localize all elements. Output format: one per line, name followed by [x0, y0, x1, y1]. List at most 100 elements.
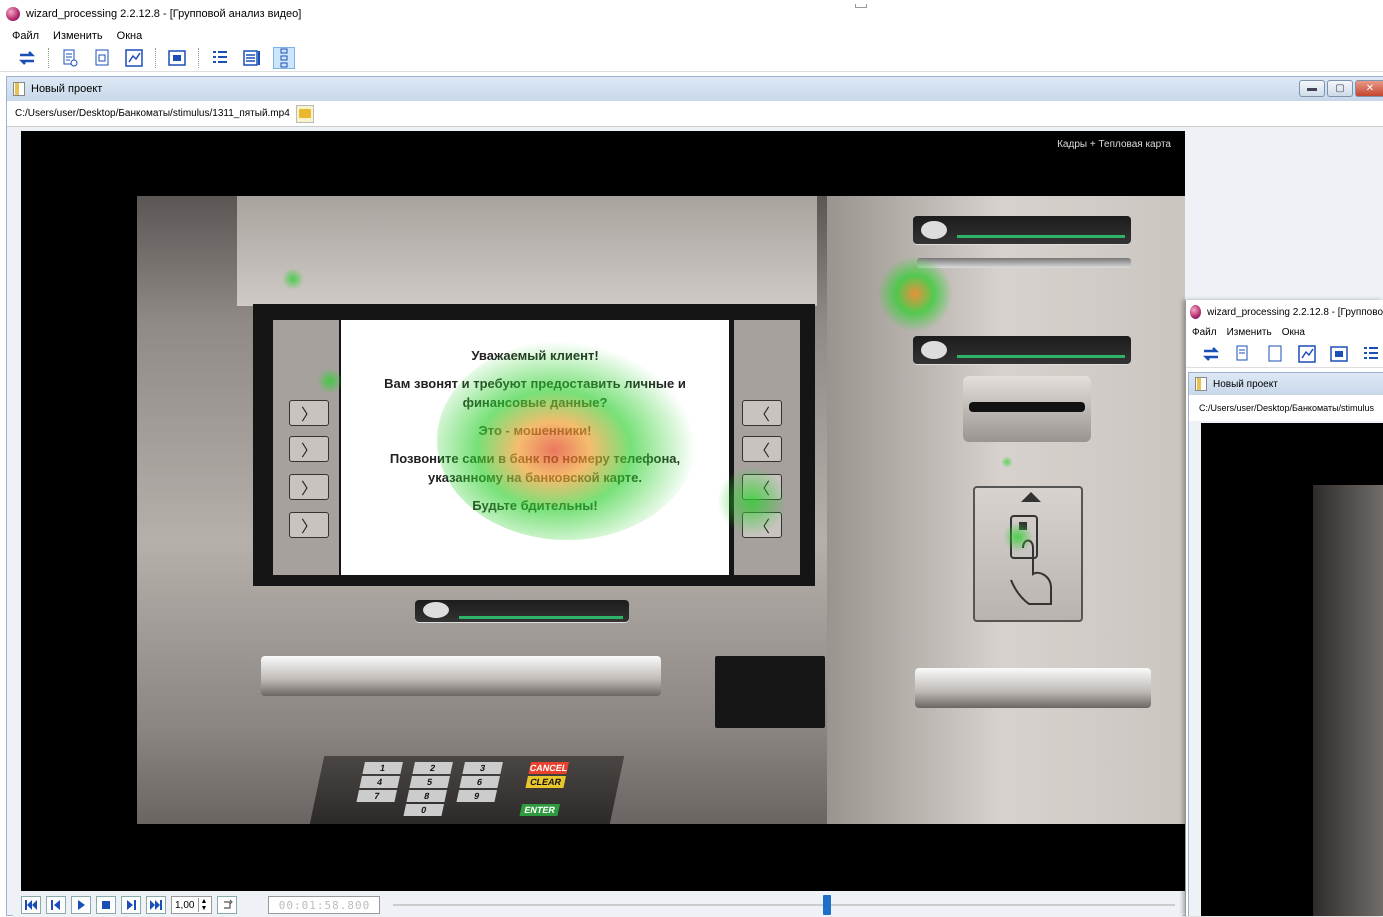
atm-left-keys: 〉 〉 〉 〉	[273, 320, 339, 575]
side-key: 〉	[289, 512, 329, 538]
close-button[interactable]: ✕	[1355, 80, 1383, 97]
cash-slot	[913, 336, 1131, 364]
rows-icon[interactable]	[241, 47, 263, 69]
frame-icon[interactable]	[1328, 343, 1350, 365]
toolbar-separator	[48, 47, 49, 68]
side-key: 〉	[289, 400, 329, 426]
last-frame-button[interactable]	[146, 896, 166, 914]
menu-windows[interactable]: Окна	[117, 30, 143, 42]
document-icon	[1195, 377, 1207, 391]
toolbar-separator	[155, 47, 156, 68]
display-mode-label: Кадры + Тепловая карта	[1057, 139, 1171, 150]
swap-icon[interactable]	[1200, 343, 1222, 365]
second-window-titlebar: wizard_processing 2.2.12.8 - [Группово	[1186, 300, 1383, 324]
atm-right-keys: 〈 〈 〈 〈	[734, 320, 800, 575]
second-project-window: Новый проект C:/Users/user/Desktop/Банко…	[1188, 372, 1383, 916]
speed-spinner[interactable]: 1,00 ▲ ▼	[171, 896, 213, 914]
spinner-arrows-icon[interactable]: ▲ ▼	[198, 898, 208, 912]
maximize-button[interactable]: ▢	[1327, 80, 1353, 97]
swap-icon[interactable]	[16, 47, 38, 69]
frame-icon[interactable]	[166, 47, 188, 69]
second-video-path: C:/Users/user/Desktop/Банкоматы/stimulus	[1199, 403, 1375, 413]
card-reader	[973, 486, 1083, 622]
screen-line-1: Уважаемый клиент!	[471, 348, 599, 363]
second-menu-bar: Файл Изменить Окна	[1186, 324, 1383, 340]
document-icon[interactable]	[91, 47, 113, 69]
toolbar	[0, 44, 1383, 72]
atm-screen: Уважаемый клиент! Вам звонят и требуют п…	[341, 320, 729, 575]
menu-edit[interactable]: Изменить	[53, 30, 103, 42]
minimize-button[interactable]: ▬	[1299, 80, 1325, 97]
menu-file[interactable]: Файл	[1192, 327, 1217, 338]
keypad-key: 2	[412, 762, 453, 774]
keypad-key: 3	[462, 762, 503, 774]
project-window: Новый проект ▬ ▢ ✕ C:/Users/user/Desktop…	[6, 76, 1383, 917]
video-path: C:/Users/user/Desktop/Банкоматы/stimulus…	[15, 108, 290, 119]
second-project-titlebar: Новый проект	[1189, 373, 1383, 395]
dots-icon[interactable]	[273, 46, 295, 69]
document-icon[interactable]	[1264, 343, 1286, 365]
loop-button[interactable]	[217, 896, 238, 914]
project-title: Новый проект	[31, 83, 103, 95]
keypad-key: 5	[409, 776, 450, 788]
keypad-key: 4	[359, 776, 400, 788]
side-key: 〈	[742, 436, 782, 462]
second-toolbar	[1186, 340, 1383, 368]
video-viewport[interactable]: Кадры + Тепловая карта 〉 〉 〉 〉 Уважаемый…	[21, 131, 1185, 891]
second-project-title: Новый проект	[1213, 378, 1278, 390]
drag-handle-icon[interactable]	[855, 4, 867, 8]
folder-icon	[298, 109, 311, 118]
keypad-key: 8	[406, 790, 447, 802]
screen-line-2: Вам звонят и требуют предоставить личные…	[384, 376, 686, 410]
slot-rail	[917, 258, 1131, 268]
keypad-key: 0	[403, 804, 445, 816]
side-key: 〈	[742, 512, 782, 538]
playback-controls: 1,00 ▲ ▼ 00:01:58.800	[13, 893, 1183, 917]
lower-slot	[415, 600, 629, 622]
atm-keypad: 1 2 3 CANCEL 4 5 6 CLEAR 7 8 9 0 ENTER	[309, 756, 625, 824]
atm-screen-frame: 〉 〉 〉 〉 Уважаемый клиент! Вам звонят и т…	[253, 304, 815, 586]
report-icon[interactable]	[1232, 343, 1254, 365]
play-button[interactable]	[71, 896, 91, 914]
card-slot	[963, 376, 1091, 442]
keypad-enter: ENTER	[519, 804, 561, 816]
menu-bar: Файл Изменить Окна	[0, 28, 1383, 44]
stop-button[interactable]	[96, 896, 116, 914]
graph-icon[interactable]	[1296, 343, 1318, 365]
keypad-key: 6	[459, 776, 500, 788]
toolbar-separator	[198, 47, 199, 68]
timeline-slider[interactable]	[393, 895, 1175, 915]
timeline-thumb[interactable]	[823, 895, 832, 915]
side-key: 〈	[742, 400, 782, 426]
app-logo-icon	[1190, 305, 1202, 319]
prev-frame-button[interactable]	[46, 896, 66, 914]
receipt-slot	[913, 216, 1131, 244]
second-app-window[interactable]: wizard_processing 2.2.12.8 - [Группово Ф…	[1185, 300, 1383, 916]
side-key: 〉	[289, 474, 329, 500]
document-icon	[13, 82, 25, 96]
atm-frame: 〉 〉 〉 〉 Уважаемый клиент! Вам звонят и т…	[137, 196, 1185, 824]
next-frame-button[interactable]	[121, 896, 141, 914]
screen-line-5: Будьте бдительны!	[472, 498, 598, 513]
list-icon[interactable]	[209, 47, 231, 69]
timecode-display: 00:01:58.800	[268, 896, 381, 914]
keypad-clear: CLEAR	[525, 776, 566, 788]
menu-edit[interactable]: Изменить	[1227, 327, 1272, 338]
report-icon[interactable]	[59, 47, 81, 69]
title-bar: wizard_processing 2.2.12.8 - [Групповой …	[0, 0, 1383, 28]
menu-windows[interactable]: Окна	[1282, 327, 1305, 338]
open-folder-button[interactable]	[295, 104, 314, 123]
atm-dark-panel	[715, 656, 825, 728]
speed-value: 1,00	[175, 899, 195, 911]
project-window-titlebar: Новый проект ▬ ▢ ✕	[7, 77, 1383, 101]
list-icon[interactable]	[1360, 343, 1382, 365]
menu-file[interactable]: Файл	[12, 30, 39, 42]
graph-icon[interactable]	[123, 47, 145, 69]
side-key: 〉	[289, 436, 329, 462]
dispenser-tray-right	[915, 668, 1151, 708]
first-frame-button[interactable]	[21, 896, 41, 914]
window-controls: ▬ ▢ ✕	[1299, 80, 1383, 97]
second-video-viewport[interactable]	[1201, 423, 1383, 916]
app-logo-icon	[6, 7, 20, 21]
screen-line-4: Позвоните сами в банк по номеру телефона…	[389, 451, 681, 485]
